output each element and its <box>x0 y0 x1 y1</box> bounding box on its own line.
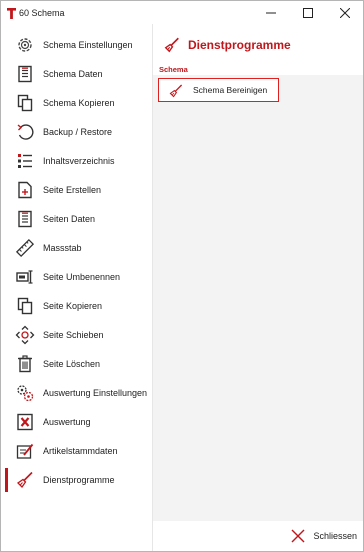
trash-icon <box>15 354 35 374</box>
t-logo-icon <box>7 7 16 19</box>
sidebar-item-label: Schema Einstellungen <box>43 39 133 50</box>
sidebar-item-label: Seite Löschen <box>43 358 101 369</box>
sidebar-item-label: Seite Kopieren <box>43 300 103 311</box>
window-controls <box>252 1 363 24</box>
content-header: Dienstprogramme <box>153 24 363 64</box>
section-header: Schema <box>153 64 363 75</box>
title-bar: 60 Schema <box>1 1 363 24</box>
maximize-icon <box>302 7 313 18</box>
close-window-button[interactable] <box>326 1 363 24</box>
close-icon <box>339 7 350 18</box>
sidebar-item-seite-umbenennen[interactable]: Seite Umbenennen <box>1 262 152 291</box>
button-label: Schema Bereinigen <box>193 85 268 95</box>
data-sheet-icon <box>15 64 35 84</box>
minimize-icon <box>265 12 276 13</box>
footer-bar: Schliessen <box>153 521 363 551</box>
sidebar-item-label: Seiten Daten <box>43 213 96 224</box>
schema-bereinigen-button[interactable]: Schema Bereinigen <box>158 78 279 102</box>
sidebar-item-seite-erstellen[interactable]: Seite Erstellen <box>1 175 152 204</box>
sidebar-item-label: Backup / Restore <box>43 126 113 137</box>
sidebar-item-massstab[interactable]: Massstab <box>1 233 152 262</box>
gear-settings-icon <box>15 35 35 55</box>
sidebar-item-auswertung[interactable]: Auswertung <box>1 407 152 436</box>
sidebar-item-schema-einstellungen[interactable]: Schema Einstellungen <box>1 30 152 59</box>
sidebar-item-seiten-daten[interactable]: Seiten Daten <box>1 204 152 233</box>
copy-page-icon <box>15 296 35 316</box>
sidebar-item-label: Schema Daten <box>43 68 103 79</box>
active-indicator <box>5 468 8 492</box>
schliessen-button[interactable]: Schliessen <box>291 529 357 543</box>
excel-icon <box>15 412 35 432</box>
minimize-button[interactable] <box>252 1 289 24</box>
restore-icon <box>15 122 35 142</box>
move-icon <box>15 325 35 345</box>
sidebar-item-backup-restore[interactable]: Backup / Restore <box>1 117 152 146</box>
ruler-icon <box>15 238 35 258</box>
evaluation-settings-icon <box>15 383 35 403</box>
sidebar-item-label: Dienstprogramme <box>43 474 115 485</box>
new-page-icon <box>15 180 35 200</box>
article-data-icon <box>15 441 35 461</box>
sidebar-item-label: Auswertung <box>43 416 91 427</box>
broom-icon <box>164 37 179 53</box>
sidebar-item-schema-kopieren[interactable]: Schema Kopieren <box>1 88 152 117</box>
window-title: 60 Schema <box>19 7 65 18</box>
table-of-contents-icon <box>15 151 35 171</box>
broom-icon <box>15 470 35 490</box>
sidebar-item-label: Inhaltsverzeichnis <box>43 155 115 166</box>
sidebar-item-schema-daten[interactable]: Schema Daten <box>1 59 152 88</box>
sidebar-item-label: Auswertung Einstellungen <box>43 387 148 398</box>
sidebar-item-seite-kopieren[interactable]: Seite Kopieren <box>1 291 152 320</box>
close-icon <box>291 529 305 543</box>
sidebar-item-label: Schema Kopieren <box>43 97 115 108</box>
page-title: Dienstprogramme <box>188 38 291 52</box>
sidebar-item-seite-schieben[interactable]: Seite Schieben <box>1 320 152 349</box>
sidebar-item-label: Artikelstammdaten <box>43 445 118 456</box>
broom-icon <box>169 84 183 98</box>
app-window: 60 Schema Schema Einstellungen Schema Da… <box>0 0 364 552</box>
sidebar-item-inhaltsverzeichnis[interactable]: Inhaltsverzeichnis <box>1 146 152 175</box>
copy-icon <box>15 93 35 113</box>
sidebar-item-dienstprogramme[interactable]: Dienstprogramme <box>1 465 152 494</box>
sidebar-item-label: Massstab <box>43 242 82 253</box>
sidebar-nav: Schema Einstellungen Schema Daten Schema… <box>1 24 153 551</box>
sidebar-item-label: Seite Schieben <box>43 329 104 340</box>
sidebar-item-auswertung-einstellungen[interactable]: Auswertung Einstellungen <box>1 378 152 407</box>
sidebar-item-label: Seite Umbenennen <box>43 271 121 282</box>
page-data-icon <box>15 209 35 229</box>
sidebar-item-artikelstammdaten[interactable]: Artikelstammdaten <box>1 436 152 465</box>
maximize-button[interactable] <box>289 1 326 24</box>
button-label: Schliessen <box>313 531 357 541</box>
sidebar-item-seite-loeschen[interactable]: Seite Löschen <box>1 349 152 378</box>
rename-icon <box>15 267 35 287</box>
content-panel: Dienstprogramme Schema Schema Bereinigen <box>153 24 363 551</box>
sidebar-item-label: Seite Erstellen <box>43 184 102 195</box>
